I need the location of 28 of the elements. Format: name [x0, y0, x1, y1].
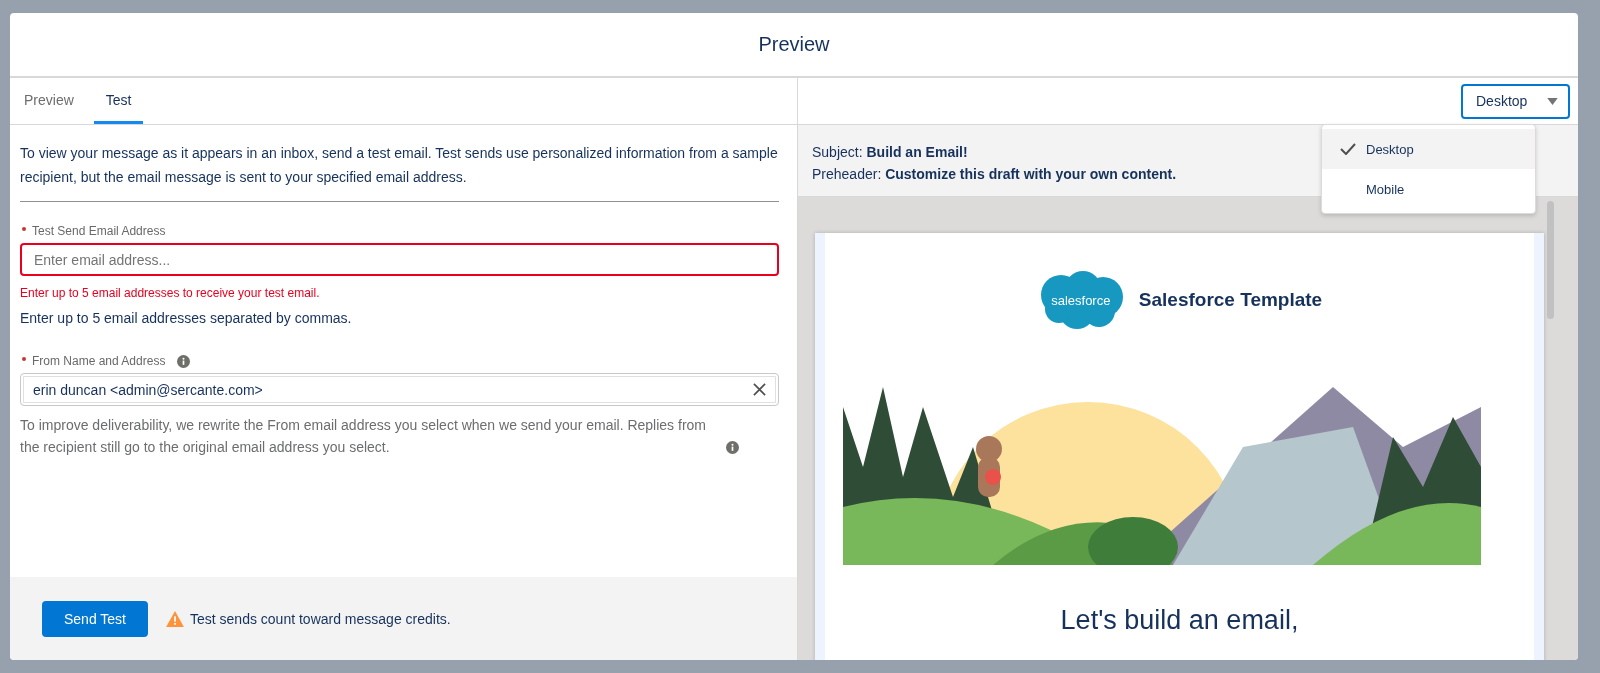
- intro-text: To view your message as it appears in an inbox, send a test email. Test sends use personalized information from a sample recipient, but the email message is sent to your specified email address.: [20, 144, 779, 187]
- tab[interactable]: Preview: [12, 78, 86, 124]
- scrollbar[interactable]: [1547, 201, 1554, 319]
- tab[interactable]: Test: [93, 78, 144, 124]
- logo: salesforce: [1036, 269, 1125, 331]
- info-icon[interactable]: [726, 441, 739, 454]
- close-icon[interactable]: [753, 383, 766, 396]
- email-headline: Let's build an email,: [1059, 605, 1300, 636]
- dropdown-option[interactable]: Desktop: [1322, 129, 1535, 169]
- preheader-line: Preheader: Customize this draft with your own content.: [812, 165, 1177, 184]
- view-dropdown[interactable]: Desktop: [1461, 83, 1570, 119]
- modal-title: Preview: [758, 33, 830, 56]
- from-address-field[interactable]: erin duncan <admin@sercante.com>: [20, 373, 779, 406]
- help-text: Enter up to 5 email addresses separated by commas.: [20, 310, 353, 326]
- caret-icon: [1547, 97, 1558, 105]
- error-message: Enter up to 5 email addresses to receive your test email.: [20, 286, 321, 300]
- subject-line: Subject: Build an Email!: [812, 143, 968, 162]
- brand-title: Salesforce Template: [1138, 289, 1323, 311]
- email-address-field[interactable]: Enter email address...: [20, 243, 779, 276]
- note-text: To improve deliverability, we rewrite the From email address you select when we send your email. Replies from the recipient still go to the original email address you select.: [20, 416, 707, 457]
- dropdown-option[interactable]: Mobile: [1322, 169, 1535, 209]
- field-label: Test Send Email Address: [32, 224, 166, 238]
- check-icon: [1340, 143, 1356, 155]
- send-test-button[interactable]: Send Test: [42, 600, 148, 637]
- field-label: From Name and Address: [32, 354, 166, 368]
- warning-icon: [166, 610, 184, 627]
- warning-text: Test sends count toward message credits.: [190, 610, 451, 627]
- info-icon[interactable]: [177, 354, 191, 368]
